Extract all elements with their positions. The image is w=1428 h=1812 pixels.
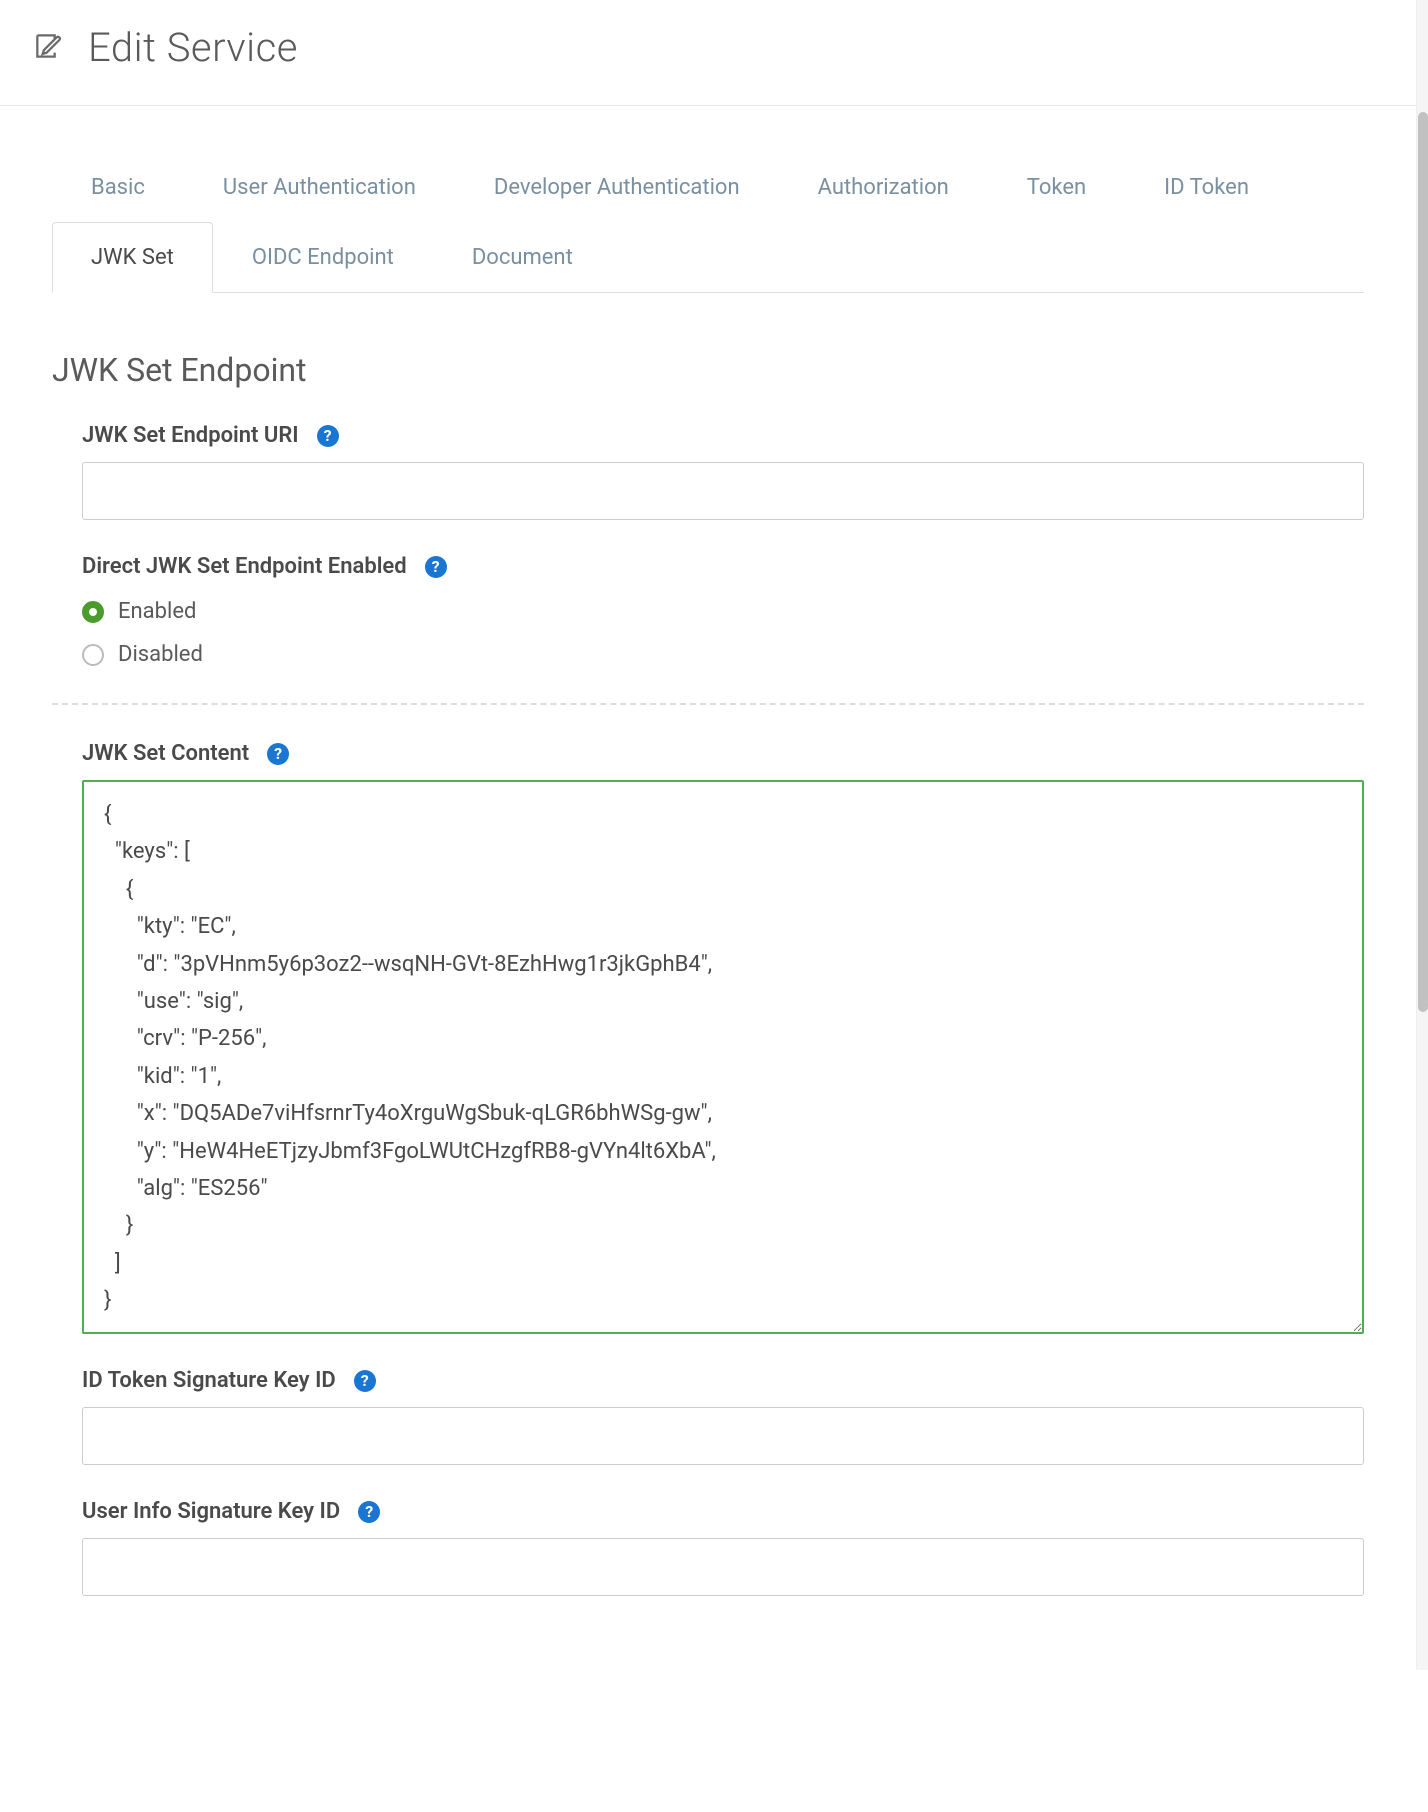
field-id-token-sig-key: ID Token Signature Key ID ? [82, 1368, 1364, 1465]
page-title: Edit Service [88, 24, 298, 71]
tab-token[interactable]: Token [988, 152, 1125, 223]
field-direct-jwk-enabled: Direct JWK Set Endpoint Enabled ? Enable… [82, 554, 1364, 667]
radio-circle-icon [82, 601, 104, 623]
id-token-sig-key-input[interactable] [82, 1407, 1364, 1465]
scrollbar-thumb[interactable] [1418, 112, 1428, 1012]
radio-disabled[interactable]: Disabled [82, 642, 1364, 667]
jwk-content-label: JWK Set Content [82, 741, 249, 766]
tab-user-authentication[interactable]: User Authentication [184, 152, 455, 223]
direct-jwk-enabled-label: Direct JWK Set Endpoint Enabled [82, 554, 407, 579]
tab-authorization[interactable]: Authorization [779, 152, 988, 223]
section-title: JWK Set Endpoint [52, 351, 1364, 389]
tab-developer-authentication[interactable]: Developer Authentication [455, 152, 779, 223]
divider [52, 703, 1364, 705]
radio-enabled-label: Enabled [118, 599, 196, 624]
help-icon[interactable]: ? [358, 1501, 380, 1523]
jwk-endpoint-uri-label: JWK Set Endpoint URI [82, 423, 299, 448]
tabs-row-1: Basic User Authentication Developer Auth… [52, 152, 1364, 293]
userinfo-sig-key-input[interactable] [82, 1538, 1364, 1596]
id-token-sig-key-label: ID Token Signature Key ID [82, 1368, 336, 1393]
tab-document[interactable]: Document [433, 222, 612, 293]
tab-basic[interactable]: Basic [52, 152, 184, 223]
tab-id-token[interactable]: ID Token [1125, 152, 1288, 223]
userinfo-sig-key-label: User Info Signature Key ID [82, 1499, 340, 1524]
radio-disabled-label: Disabled [118, 642, 203, 667]
help-icon[interactable]: ? [317, 425, 339, 447]
field-jwk-content: JWK Set Content ? [82, 741, 1364, 1334]
jwk-content-textarea[interactable] [84, 782, 1362, 1332]
field-userinfo-sig-key: User Info Signature Key ID ? [82, 1499, 1364, 1596]
jwk-endpoint-uri-input[interactable] [82, 462, 1364, 520]
radio-enabled[interactable]: Enabled [82, 599, 1364, 624]
page-header: Edit Service [0, 0, 1416, 106]
radio-circle-icon [82, 644, 104, 666]
page-scrollbar[interactable] [1416, 0, 1428, 1670]
help-icon[interactable]: ? [354, 1370, 376, 1392]
help-icon[interactable]: ? [425, 556, 447, 578]
field-jwk-endpoint-uri: JWK Set Endpoint URI ? [82, 423, 1364, 520]
tab-oidc-endpoint[interactable]: OIDC Endpoint [213, 222, 433, 293]
edit-icon [32, 30, 64, 66]
tab-jwk-set[interactable]: JWK Set [52, 222, 213, 293]
help-icon[interactable]: ? [267, 743, 289, 765]
